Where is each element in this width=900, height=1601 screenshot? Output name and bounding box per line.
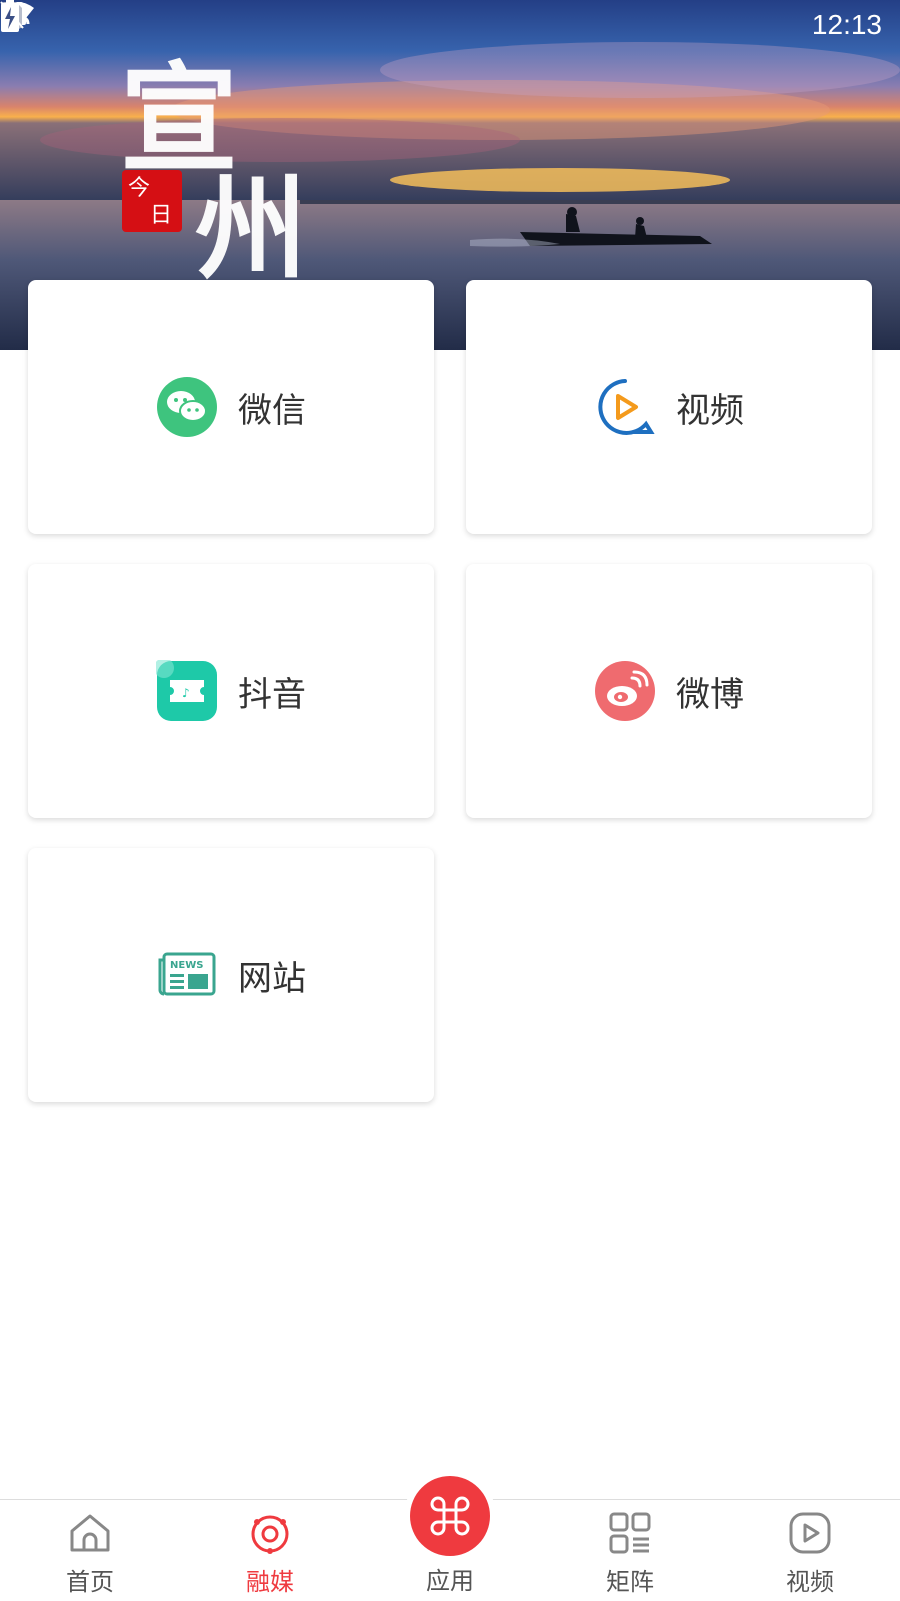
video-play-icon <box>594 376 656 438</box>
card-video[interactable]: 视频 <box>466 280 872 534</box>
card-label: 抖音 <box>238 674 306 715</box>
weibo-icon <box>594 660 656 722</box>
video-icon <box>789 1512 831 1554</box>
logo-zhou-char: 州 <box>195 164 307 295</box>
nav-label-apps: 应用 <box>426 1567 474 1595</box>
card-weibo[interactable]: 微博 <box>466 564 872 818</box>
svg-text:NEWS: NEWS <box>170 960 203 971</box>
svg-text:♪: ♪ <box>182 686 190 700</box>
card-label: 微信 <box>238 390 306 431</box>
nav-matrix[interactable]: 矩阵 <box>540 1500 720 1601</box>
card-wechat[interactable]: 微信 <box>28 280 434 534</box>
nav-label: 融媒 <box>246 1568 294 1596</box>
nav-label: 矩阵 <box>606 1568 654 1596</box>
nav-apps-button[interactable] <box>410 1476 490 1556</box>
card-douyin[interactable]: ♪ 抖音 <box>28 564 434 818</box>
nav-media[interactable]: 融媒 <box>180 1500 360 1601</box>
card-label: 视频 <box>676 390 744 431</box>
jinri-xuanzhou-logo: 宣 州 今 日 <box>120 49 307 295</box>
card-label: 微博 <box>676 674 744 715</box>
apps-icon <box>430 1496 470 1536</box>
nav-label: 首页 <box>66 1568 114 1596</box>
svg-text:日: 日 <box>150 203 172 228</box>
status-bar: A 12:13 <box>0 0 900 50</box>
news-icon: NEWS <box>156 944 218 1006</box>
media-icon <box>251 1515 289 1554</box>
nav-video[interactable]: 视频 <box>720 1500 900 1601</box>
nav-home[interactable]: 首页 <box>0 1500 180 1601</box>
home-icon <box>70 1514 110 1552</box>
wechat-icon <box>156 376 218 438</box>
card-website[interactable]: NEWS 网站 <box>28 848 434 1102</box>
clock-time: 12:13 <box>811 9 882 40</box>
douyin-icon: ♪ <box>156 660 218 722</box>
matrix-icon <box>609 1512 651 1554</box>
card-label: 网站 <box>238 958 306 999</box>
nav-label: 视频 <box>786 1568 834 1596</box>
svg-text:今: 今 <box>128 176 150 201</box>
